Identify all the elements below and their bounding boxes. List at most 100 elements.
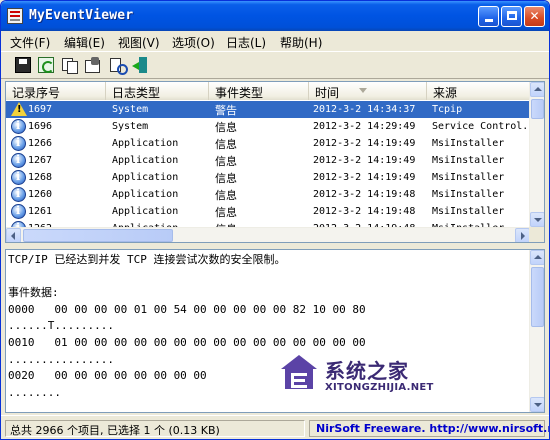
cell-log: Application [112,155,179,166]
toolbar [1,51,549,79]
column-label: 记录序号 [12,86,61,100]
cell-log: System [112,104,149,115]
cell-time: 2012-3-2 14:19:49 [313,155,416,166]
cell-log: System [112,121,149,132]
info-icon [11,153,26,168]
cell-source: Service Control. [432,121,529,132]
menu-edit[interactable]: 编辑(E) [64,34,105,51]
cell-log: Application [112,189,179,200]
maximize-icon [506,11,517,20]
refresh-icon[interactable] [38,57,54,73]
info-icon [11,119,26,134]
cell-log: Application [112,172,179,183]
menu-help[interactable]: 帮助(H) [280,34,322,51]
list-horizontal-scrollbar[interactable] [6,227,530,242]
cell-type: 警告 [215,104,237,117]
table-row[interactable]: 1266 Application 信息 2012-3-2 14:19:49 MsiIns… [6,135,530,152]
status-bar: 总共 2966 个项目, 已选择 1 个 (0.13 KB) NirSoft F… [1,415,549,439]
close-button[interactable]: ✕ [524,6,545,27]
event-list[interactable]: 记录序号 日志类型 事件类型 时间 来源 1697 System 警告 2012-3-… [5,81,545,243]
column-label: 日志类型 [112,86,161,100]
column-time[interactable]: 时间 [309,82,427,100]
cell-id: 1266 [28,138,53,149]
window-title: MyEventViewer [29,8,134,23]
column-log-type[interactable]: 日志类型 [106,82,209,100]
column-source[interactable]: 来源 [427,82,530,100]
copy-icon[interactable] [61,57,78,74]
cell-time: 2012-3-2 14:29:49 [313,121,416,132]
menu-options[interactable]: 选项(O) [172,34,215,51]
watermark-title: 系统之家 [325,359,409,383]
table-row[interactable]: 1696 System 信息 2012-3-2 14:29:49 Service Con… [6,118,530,135]
scroll-up-button[interactable] [530,82,544,97]
watermark: 系统之家 XITONGZHIJIA.NET [277,351,467,401]
menu-view[interactable]: 视图(V) [118,34,160,51]
nirsoft-link[interactable]: NirSoft Freeware. http://www.nirsoft.net [309,420,549,437]
cell-source: MsiInstaller [432,155,505,166]
column-label: 事件类型 [215,86,264,100]
minimize-icon [484,19,493,22]
exit-icon[interactable] [132,57,148,73]
menu-file[interactable]: 文件(F) [10,34,50,51]
list-vertical-scrollbar[interactable] [529,82,544,227]
cell-time: 2012-3-2 14:19:48 [313,206,416,217]
cell-id: 1267 [28,155,53,166]
save-icon[interactable] [15,57,31,73]
cell-id: 1261 [28,206,53,217]
table-row[interactable]: 1260 Application 信息 2012-3-2 14:19:48 MsiIns… [6,186,530,203]
cell-id: 1260 [28,189,53,200]
cell-source: MsiInstaller [432,206,505,217]
scroll-up-button[interactable] [530,250,544,265]
column-label: 时间 [315,86,340,100]
minimize-button[interactable] [478,6,499,27]
table-row[interactable]: 1697 System 警告 2012-3-2 14:34:37 Tcpip [6,101,530,118]
cell-type: 信息 [215,121,237,134]
info-icon [11,204,26,219]
cell-time: 2012-3-2 14:19:48 [313,189,416,200]
cell-type: 信息 [215,172,237,185]
scroll-thumb-horizontal[interactable] [23,229,173,242]
cell-time: 2012-3-2 14:34:37 [313,104,416,115]
scroll-right-button[interactable] [515,228,530,242]
column-event-type[interactable]: 事件类型 [209,82,309,100]
cell-log: Application [112,138,179,149]
cell-type: 信息 [215,206,237,219]
cell-source: MsiInstaller [432,138,505,149]
info-icon [11,170,26,185]
scroll-thumb[interactable] [531,267,544,327]
column-record-id[interactable]: 记录序号 [6,82,106,100]
cell-id: 1696 [28,121,53,132]
maximize-button[interactable] [501,6,522,27]
main-window: MyEventViewer ✕ 文件(F) 编辑(E) 视图(V) 选项(O) … [0,0,550,440]
warning-icon [11,102,27,116]
table-row[interactable]: 1261 Application 信息 2012-3-2 14:19:48 MsiIns… [6,203,530,220]
menu-bar: 文件(F) 编辑(E) 视图(V) 选项(O) 日志(L) 帮助(H) [1,31,549,50]
table-row[interactable]: 1267 Application 信息 2012-3-2 14:19:49 MsiIns… [6,152,530,169]
find-icon[interactable] [109,57,128,75]
scroll-corner [529,227,544,242]
table-row[interactable]: 1268 Application 信息 2012-3-2 14:19:49 MsiIns… [6,169,530,186]
watermark-logo-icon [281,355,317,389]
scroll-thumb[interactable] [531,99,544,119]
title-bar[interactable]: MyEventViewer ✕ [1,1,549,31]
cell-type: 信息 [215,138,237,151]
status-summary: 总共 2966 个项目, 已选择 1 个 (0.13 KB) [5,420,305,437]
cell-source: Tcpip [432,104,463,115]
info-icon [11,187,26,202]
column-label: 来源 [433,86,458,100]
menu-log[interactable]: 日志(L) [226,34,266,51]
cell-log: Application [112,206,179,217]
info-icon [11,136,26,151]
scroll-down-button[interactable] [530,212,544,227]
list-header: 记录序号 日志类型 事件类型 时间 来源 [6,82,530,100]
watermark-url: XITONGZHIJIA.NET [325,382,434,393]
scroll-left-button[interactable] [6,228,21,242]
cell-time: 2012-3-2 14:19:49 [313,138,416,149]
cell-type: 信息 [215,189,237,202]
scroll-down-button[interactable] [530,397,544,412]
cell-type: 信息 [215,155,237,168]
properties-icon[interactable] [84,57,100,73]
detail-vertical-scrollbar[interactable] [529,250,544,412]
cell-id: 1268 [28,172,53,183]
cell-source: MsiInstaller [432,189,505,200]
